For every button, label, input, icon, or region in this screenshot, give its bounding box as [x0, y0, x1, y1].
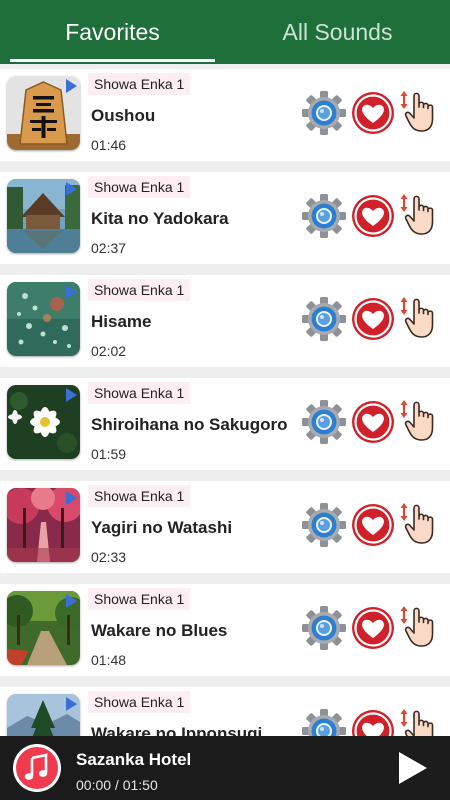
now-playing-time: 00:00 / 01:50: [76, 777, 158, 793]
tab-favorites[interactable]: Favorites: [0, 0, 225, 64]
play-triangle-icon: [66, 388, 77, 402]
song-duration: 02:02: [91, 343, 127, 359]
drag-hand-icon[interactable]: [398, 190, 446, 238]
favorite-heart-icon[interactable]: [351, 91, 395, 135]
song-thumbnail[interactable]: [7, 179, 80, 253]
settings-gear-icon[interactable]: [301, 605, 347, 651]
song-row[interactable]: Showa Enka 1 Hisame 02:02: [0, 275, 450, 367]
song-title[interactable]: Yagiri no Watashi: [91, 518, 232, 538]
drag-hand-icon[interactable]: [398, 705, 446, 736]
song-title[interactable]: Oushou: [91, 106, 155, 126]
play-triangle-icon: [66, 697, 77, 711]
song-row[interactable]: Showa Enka 1 Yagiri no Watashi 02:33: [0, 481, 450, 573]
play-triangle-icon: [66, 182, 77, 196]
song-duration: 02:37: [91, 240, 127, 256]
favorite-heart-icon[interactable]: [351, 503, 395, 547]
song-thumbnail[interactable]: [7, 76, 80, 150]
music-note-icon[interactable]: [12, 743, 62, 793]
tab-bar: Favorites All Sounds: [0, 0, 450, 64]
settings-gear-icon[interactable]: [301, 502, 347, 548]
song-thumbnail[interactable]: [7, 488, 80, 562]
song-title[interactable]: Hisame: [91, 312, 151, 332]
song-row[interactable]: Showa Enka 1 Kita no Yadokara 02:37: [0, 172, 450, 264]
song-title[interactable]: Kita no Yadokara: [91, 209, 229, 229]
song-title[interactable]: Wakare no Ipponsugi: [91, 724, 262, 736]
settings-gear-icon[interactable]: [301, 296, 347, 342]
settings-gear-icon[interactable]: [301, 90, 347, 136]
song-row[interactable]: Showa Enka 1 Wakare no Ipponsugi 01:53: [0, 687, 450, 736]
song-thumbnail[interactable]: [7, 694, 80, 736]
play-triangle-icon: [66, 285, 77, 299]
drag-hand-icon[interactable]: [398, 499, 446, 547]
drag-hand-icon[interactable]: [398, 293, 446, 341]
song-title[interactable]: Wakare no Blues: [91, 621, 227, 641]
song-thumbnail[interactable]: [7, 591, 80, 665]
song-row[interactable]: Showa Enka 1 Wakare no Blues 01:48: [0, 584, 450, 676]
category-tag: Showa Enka 1: [88, 588, 191, 610]
song-list[interactable]: Showa Enka 1 Oushou 01:46 Showa Enka 1 K…: [0, 64, 450, 736]
category-tag: Showa Enka 1: [88, 176, 191, 198]
play-triangle-icon: [66, 79, 77, 93]
song-row[interactable]: Showa Enka 1 Shiroihana no Sakugoro 01:5…: [0, 378, 450, 470]
favorite-heart-icon[interactable]: [351, 194, 395, 238]
song-thumbnail[interactable]: [7, 385, 80, 459]
category-tag: Showa Enka 1: [88, 73, 191, 95]
song-duration: 01:48: [91, 652, 127, 668]
drag-hand-icon[interactable]: [398, 87, 446, 135]
song-duration: 01:59: [91, 446, 127, 462]
song-duration: 02:33: [91, 549, 127, 565]
song-title[interactable]: Shiroihana no Sakugoro: [91, 415, 287, 435]
settings-gear-icon[interactable]: [301, 193, 347, 239]
favorite-heart-icon[interactable]: [351, 400, 395, 444]
now-playing-title: Sazanka Hotel: [76, 750, 192, 769]
play-triangle-icon: [66, 491, 77, 505]
favorite-heart-icon[interactable]: [351, 297, 395, 341]
song-duration: 01:46: [91, 137, 127, 153]
song-thumbnail[interactable]: [7, 282, 80, 356]
mini-player: Sazanka Hotel 00:00 / 01:50: [0, 736, 450, 800]
settings-gear-icon[interactable]: [301, 708, 347, 736]
play-triangle-icon: [66, 594, 77, 608]
drag-hand-icon[interactable]: [398, 602, 446, 650]
play-icon[interactable]: [394, 750, 430, 786]
drag-hand-icon[interactable]: [398, 396, 446, 444]
favorite-heart-icon[interactable]: [351, 606, 395, 650]
song-row[interactable]: Showa Enka 1 Oushou 01:46: [0, 69, 450, 161]
settings-gear-icon[interactable]: [301, 399, 347, 445]
category-tag: Showa Enka 1: [88, 485, 191, 507]
favorite-heart-icon[interactable]: [351, 709, 395, 736]
category-tag: Showa Enka 1: [88, 279, 191, 301]
tab-all-sounds[interactable]: All Sounds: [225, 0, 450, 64]
category-tag: Showa Enka 1: [88, 691, 191, 713]
category-tag: Showa Enka 1: [88, 382, 191, 404]
